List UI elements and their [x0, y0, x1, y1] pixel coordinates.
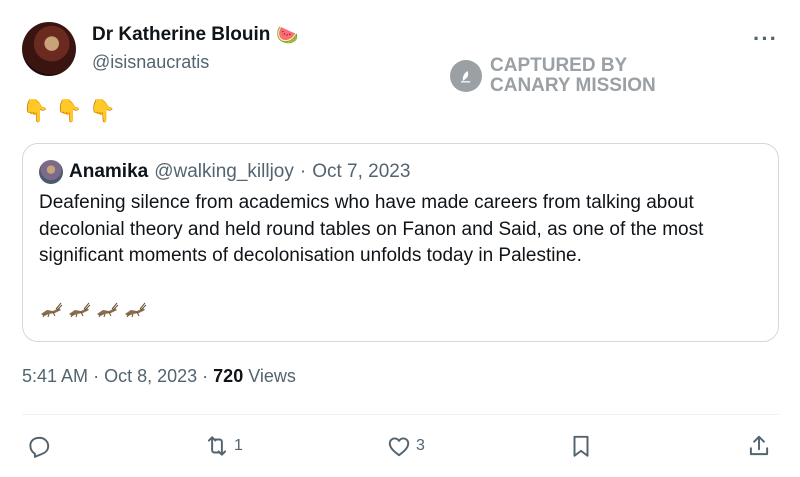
separator-dot: · — [299, 161, 307, 182]
share-icon — [749, 435, 769, 456]
quoted-author-handle: @walking_killjoy — [154, 161, 294, 182]
like-count: 3 — [416, 437, 425, 454]
canary-logo-icon — [450, 60, 482, 92]
views-count: 720 — [213, 366, 244, 386]
quoted-tweet-text: Deafening silence from academics who hav… — [39, 192, 704, 266]
cricket-emoji-icon — [125, 302, 147, 318]
share-button[interactable] — [746, 428, 772, 464]
tweet-time[interactable]: 5:41 AM — [22, 366, 88, 386]
author-name-row[interactable]: Dr Katherine Blouin 🍉 — [92, 24, 299, 46]
author-display-name[interactable]: Dr Katherine Blouin — [92, 24, 270, 46]
watermark: CAPTURED BY CANARY MISSION — [450, 56, 656, 96]
quoted-tweet-date: Oct 7, 2023 — [312, 161, 411, 182]
watermark-line2: CANARY MISSION — [490, 75, 656, 96]
author-avatar[interactable] — [22, 22, 76, 76]
pointing-down-emoji: 👇 — [22, 98, 50, 123]
quoted-author-avatar — [39, 160, 63, 184]
divider — [22, 414, 779, 415]
retweet-button[interactable]: 1 — [204, 428, 243, 464]
reply-icon — [29, 436, 50, 458]
separator-dot: · — [202, 366, 209, 386]
tweet-date[interactable]: Oct 8, 2023 — [104, 366, 197, 386]
author-handle[interactable]: @isisnaucratis — [92, 52, 209, 73]
cricket-emoji-icon — [69, 302, 91, 318]
quoted-tweet-emoji-row — [39, 302, 147, 318]
watermark-line1: CAPTURED BY — [490, 55, 628, 76]
retweet-icon — [207, 436, 227, 456]
cricket-emoji-icon — [41, 302, 63, 318]
cricket-emoji-icon — [97, 302, 119, 318]
tweet-metadata: 5:41 AM · Oct 8, 2023 · 720 Views — [22, 366, 296, 387]
pointing-down-emoji: 👇 — [88, 98, 117, 123]
action-bar: 1 3 — [22, 428, 779, 464]
reply-button[interactable] — [26, 428, 56, 464]
bookmark-icon — [573, 435, 589, 457]
separator-dot: · — [93, 366, 100, 386]
views-label: Views — [248, 366, 296, 386]
retweet-count: 1 — [234, 437, 243, 454]
pointing-down-emoji: 👇 — [55, 98, 83, 123]
quoted-tweet-card[interactable]: Anamika @walking_killjoy · Oct 7, 2023 D… — [22, 143, 779, 342]
watermelon-emoji: 🍉 — [276, 24, 299, 45]
tweet-text: 👇 👇 👇 — [22, 98, 116, 124]
quoted-tweet-header: Anamika @walking_killjoy · Oct 7, 2023 — [39, 160, 410, 184]
more-options-button[interactable]: ··· — [753, 26, 778, 52]
quoted-author-name: Anamika — [69, 161, 149, 182]
like-button[interactable]: 3 — [386, 428, 425, 464]
bookmark-button[interactable] — [568, 428, 594, 464]
heart-icon — [388, 437, 410, 457]
